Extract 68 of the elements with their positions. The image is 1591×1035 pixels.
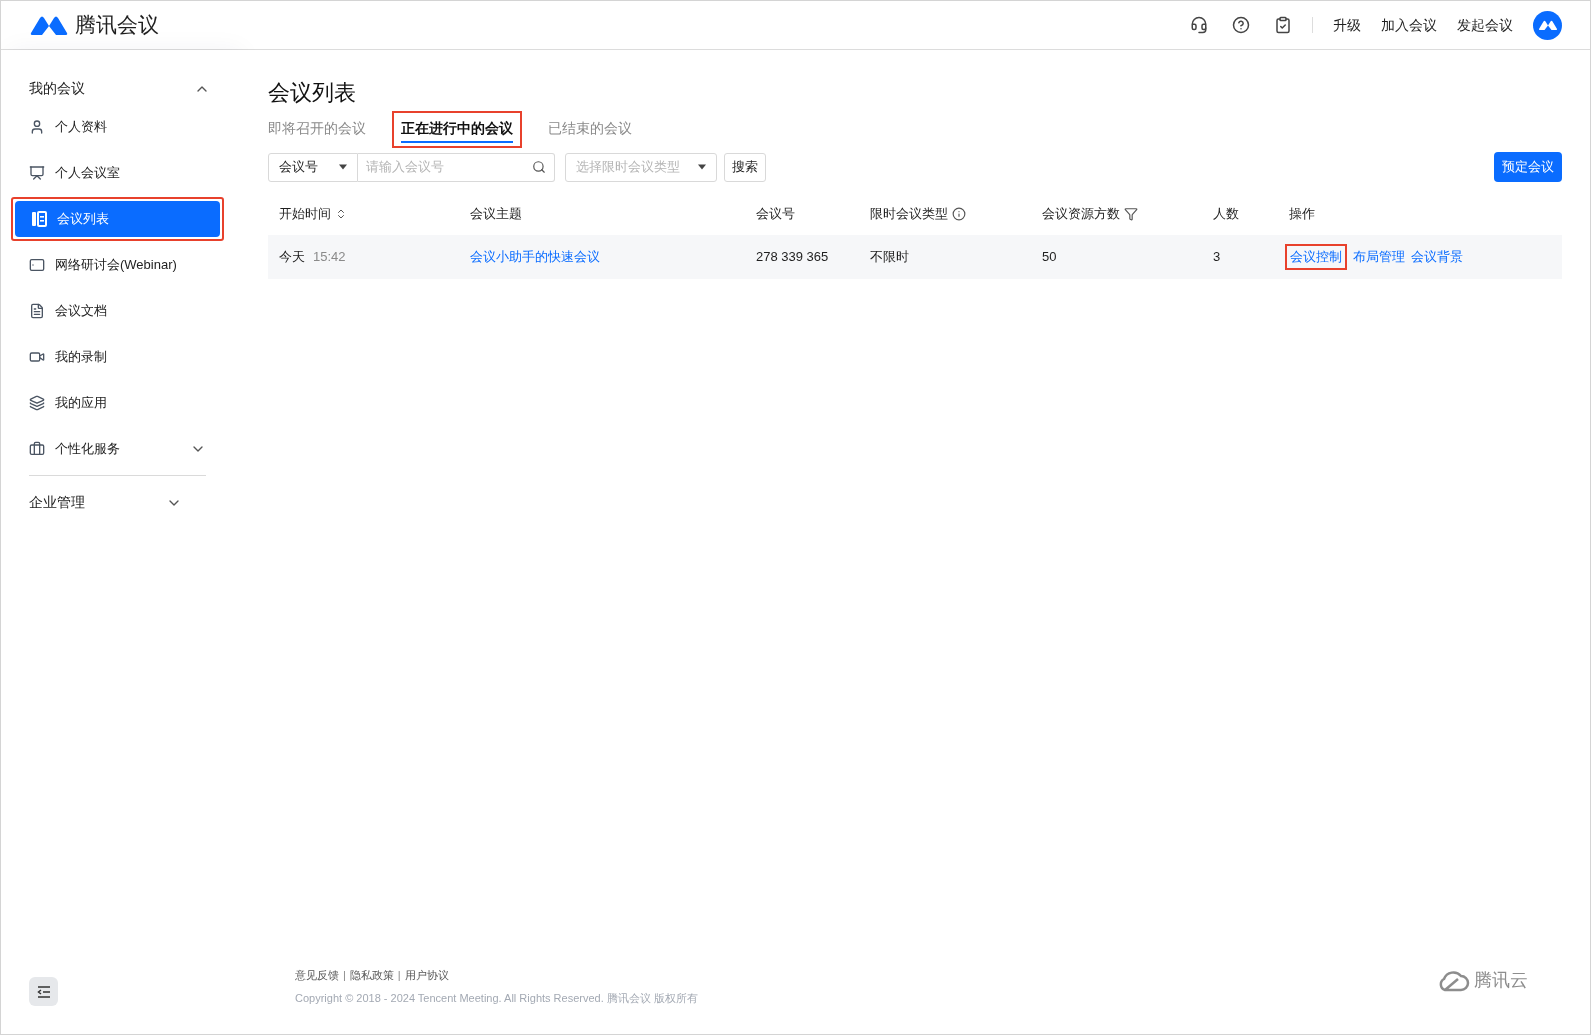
- meeting-topic-link[interactable]: 会议小助手的快速会议: [470, 249, 600, 265]
- layers-icon: [29, 395, 45, 411]
- sidebar-item[interactable]: 个人会议室: [13, 155, 222, 191]
- sidebar-item[interactable]: 会议文档: [13, 293, 222, 329]
- day-cell-text: 今天: [279, 248, 305, 267]
- footer-link[interactable]: 隐私政策: [349, 967, 394, 984]
- briefcase-icon: [29, 441, 45, 457]
- sidebar-item[interactable]: 我的应用: [13, 385, 222, 421]
- page-title: 会议列表: [268, 79, 357, 107]
- participants-cell: 3: [1213, 249, 1221, 265]
- header-link[interactable]: 加入会议: [1381, 14, 1437, 36]
- header-link[interactable]: 发起会议: [1457, 14, 1513, 36]
- meeting-number-input[interactable]: 请输入会议号: [366, 157, 532, 177]
- user-avatar[interactable]: [1533, 10, 1562, 40]
- search-button[interactable]: 搜索: [724, 152, 766, 182]
- search-icon[interactable]: [532, 160, 546, 174]
- document-icon: [29, 303, 45, 319]
- footer-link[interactable]: 意见反馈: [295, 967, 339, 984]
- list-icon: [31, 211, 47, 227]
- sidebar-item[interactable]: 我的录制: [13, 339, 222, 375]
- footer-link[interactable]: 用户协议: [404, 967, 449, 984]
- header-link[interactable]: 升级: [1333, 14, 1361, 36]
- sidebar-item[interactable]: 个人资料: [13, 109, 222, 145]
- sidebar-item[interactable]: 会议列表: [15, 201, 220, 237]
- user-icon: [29, 119, 45, 135]
- dropdown-caret-icon: [698, 164, 706, 170]
- filter-icon[interactable]: [1124, 206, 1138, 221]
- book-meeting-button[interactable]: 预定会议: [1494, 152, 1562, 182]
- info-icon[interactable]: [952, 206, 966, 221]
- support-icon[interactable]: [1190, 16, 1208, 34]
- sidebar-group-title[interactable]: 企业管理: [29, 492, 85, 513]
- sidebar-item[interactable]: 网络研讨会(Webinar): [13, 247, 222, 283]
- column-header: 会议主题: [470, 204, 522, 223]
- action-link[interactable]: 会议背景: [1411, 249, 1463, 265]
- column-header: 操作: [1289, 204, 1315, 223]
- footer-separator: |: [397, 968, 401, 983]
- time-cell-text: 15:42: [313, 248, 346, 267]
- avatar-logo-icon: [1537, 19, 1558, 31]
- cloud-brand-name: 腾讯云: [1474, 969, 1528, 992]
- meeting-number-cell: 278 339 365: [756, 249, 829, 265]
- dropdown-caret-icon: [339, 164, 347, 170]
- tab[interactable]: 正在进行中的会议: [401, 117, 513, 143]
- clipboard-check-icon[interactable]: [1274, 16, 1292, 34]
- resources-cell: 50: [1042, 249, 1057, 265]
- indent-icon: [36, 984, 51, 999]
- sort-icon[interactable]: [335, 207, 347, 220]
- action-link[interactable]: 会议控制: [1290, 249, 1342, 265]
- column-header: 会议号: [756, 204, 795, 223]
- meeting-number-field[interactable]: 请输入会议号: [358, 152, 555, 182]
- tab[interactable]: 即将召开的会议: [268, 117, 366, 143]
- footer-separator: |: [343, 968, 346, 983]
- column-header: 会议资源方数: [1042, 204, 1120, 223]
- video-camera-icon: [29, 349, 45, 365]
- field-select[interactable]: 会议号: [268, 152, 358, 182]
- action-link[interactable]: 布局管理: [1353, 249, 1405, 265]
- copyright-text: Copyright © 2018 - 2024 Tencent Meeting. All Rights Reserved. 腾讯会议 版权所有: [295, 990, 698, 1006]
- screen-icon: [29, 257, 45, 273]
- presentation-icon: [29, 165, 45, 181]
- brand-name: 腾讯会议: [75, 12, 159, 39]
- column-header: 限时会议类型: [870, 204, 948, 223]
- sidebar-item[interactable]: 个性化服务: [13, 431, 222, 467]
- column-header: 人数: [1213, 204, 1239, 223]
- collapse-sidebar-button[interactable]: [29, 977, 58, 1006]
- column-header: 开始时间: [279, 204, 331, 223]
- help-icon[interactable]: [1232, 16, 1250, 34]
- sidebar-group-title[interactable]: 我的会议: [29, 78, 85, 99]
- meeting-type-cell: 不限时: [870, 249, 909, 265]
- tab[interactable]: 已结束的会议: [548, 117, 632, 143]
